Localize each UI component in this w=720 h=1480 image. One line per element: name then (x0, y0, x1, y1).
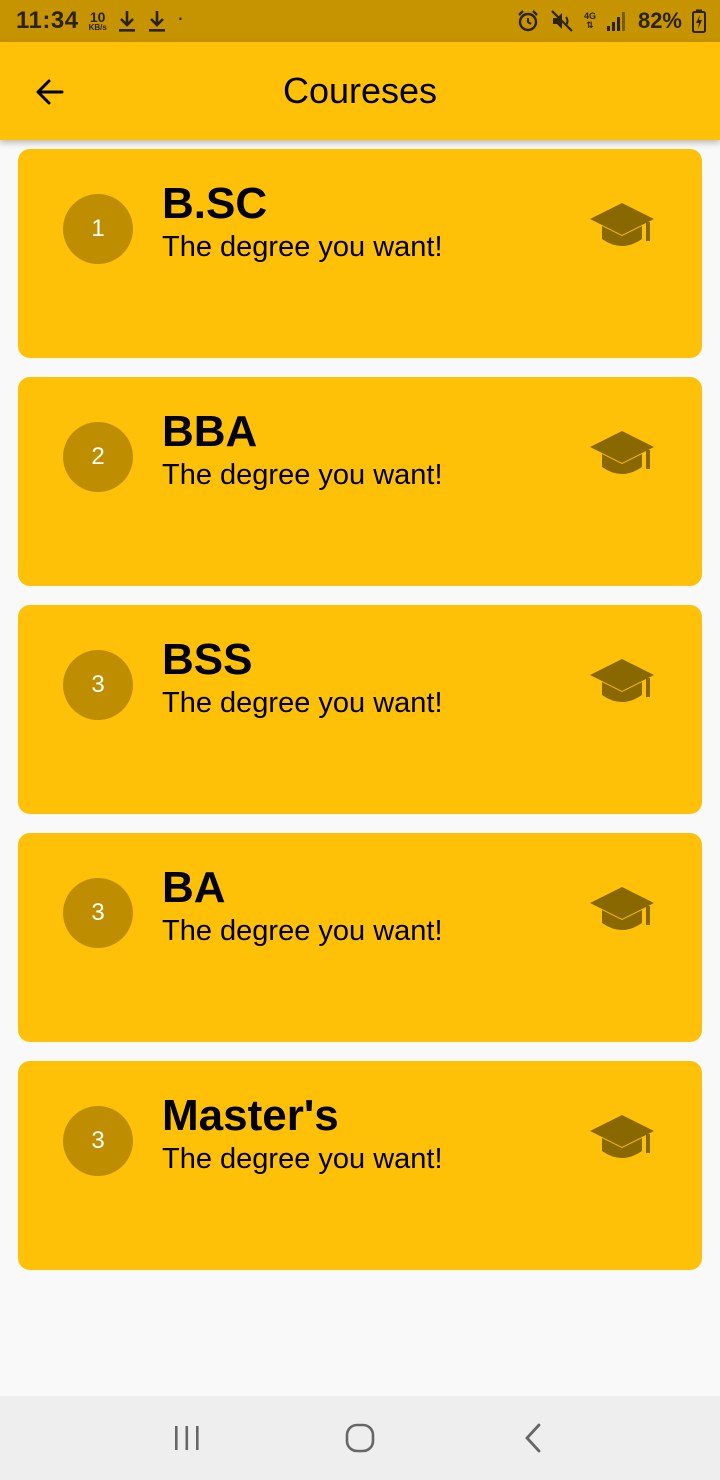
notification-dot-icon: · (176, 5, 185, 30)
course-title: BSS (162, 635, 253, 684)
status-bar: 11:34 10 KB/s · 4G ⇅ 82% (0, 0, 720, 42)
course-card-bba[interactable]: 2 BBA The degree you want! (18, 377, 702, 586)
course-number-avatar: 3 (63, 878, 133, 948)
recents-icon (174, 1426, 199, 1450)
course-number-avatar: 3 (63, 1106, 133, 1176)
course-subtitle: The degree you want! (162, 459, 443, 491)
signal-icon (606, 12, 625, 31)
network-type: 4G ⇅ (584, 12, 596, 30)
status-time: 11:34 (16, 7, 79, 34)
download-icon (148, 11, 165, 32)
course-card-ba[interactable]: 3 BA The degree you want! (18, 833, 702, 1042)
network-speed-unit: KB/s (88, 23, 107, 32)
course-title: BBA (162, 407, 258, 456)
course-subtitle: The degree you want! (162, 1143, 443, 1175)
home-icon (345, 1423, 375, 1453)
network-speed: 10 KB/s (89, 10, 107, 32)
alarm-icon (518, 10, 538, 32)
course-number-avatar: 1 (63, 194, 133, 264)
back-button[interactable] (28, 70, 72, 114)
course-subtitle: The degree you want! (162, 687, 443, 719)
recents-button[interactable] (157, 1408, 217, 1468)
page-title: Coureses (282, 70, 438, 111)
course-subtitle: The degree you want! (162, 915, 443, 947)
course-card-bsc[interactable]: 1 B.SC The degree you want! (18, 149, 702, 358)
system-back-button[interactable] (503, 1408, 563, 1468)
back-chevron-icon (525, 1423, 541, 1453)
data-arrows-icon: ⇅ (586, 20, 594, 30)
course-list: 1 B.SC The degree you want! 2 BBA The de… (18, 149, 702, 1289)
system-nav-bar (0, 1396, 720, 1480)
arrow-left-icon (36, 79, 64, 105)
course-card-bss[interactable]: 3 BSS The degree you want! (18, 605, 702, 814)
course-card-masters[interactable]: 3 Master's The degree you want! (18, 1061, 702, 1270)
course-subtitle: The degree you want! (162, 231, 443, 263)
graduation-cap-icon (590, 887, 654, 930)
course-title: Master's (162, 1091, 339, 1140)
course-number-avatar: 2 (63, 422, 133, 492)
battery-percent: 82% (637, 8, 682, 33)
course-number-avatar: 3 (63, 650, 133, 720)
app-bar: Coureses (0, 42, 720, 140)
battery-charging-icon (692, 9, 706, 33)
network-speed-value: 10 (89, 9, 106, 25)
graduation-cap-icon (590, 659, 654, 702)
course-title: B.SC (162, 179, 268, 228)
course-title: BA (162, 863, 226, 912)
graduation-cap-icon (590, 431, 654, 474)
status-right: 4G ⇅ 82% (516, 8, 706, 34)
graduation-cap-icon (590, 1115, 654, 1158)
home-button[interactable] (330, 1408, 390, 1468)
download-icon (118, 11, 135, 32)
status-left: 11:34 10 KB/s · (16, 7, 184, 35)
graduation-cap-icon (590, 203, 654, 246)
mute-icon (551, 10, 573, 32)
